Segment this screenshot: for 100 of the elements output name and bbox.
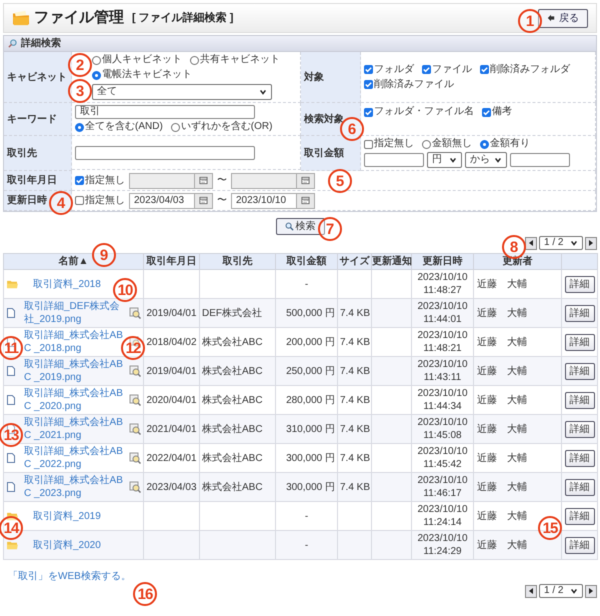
detail-button[interactable]: 詳細 [564, 478, 594, 496]
previous-page-button[interactable] [525, 236, 537, 250]
previous-page-button[interactable] [525, 584, 537, 598]
back-button[interactable]: 戻る [538, 8, 588, 28]
detail-button[interactable]: 詳細 [564, 536, 594, 554]
checkbox[interactable] [480, 65, 489, 74]
checkbox[interactable] [364, 108, 373, 116]
user-name: 近藤 大輔 [477, 482, 527, 492]
update-time: 11:46:17 [422, 487, 463, 500]
detail-button[interactable]: 詳細 [564, 334, 594, 350]
detail-button[interactable]: 詳細 [564, 304, 594, 322]
update-date: 2023/10/10 [416, 271, 469, 284]
right-triangle-icon[interactable] [588, 240, 594, 246]
amount-field[interactable] [510, 153, 570, 167]
keyword-field[interactable]: 取引 [75, 105, 255, 119]
radio-button[interactable] [170, 122, 180, 132]
preview-icon [129, 423, 141, 435]
radio-button[interactable] [92, 70, 101, 80]
checkbox[interactable] [364, 65, 373, 74]
preview-icon [129, 394, 141, 406]
search-button[interactable]: 検索 [276, 218, 324, 235]
left-triangle-icon[interactable] [528, 588, 534, 594]
dropdown[interactable]: から [465, 152, 507, 168]
checkbox[interactable] [75, 176, 84, 185]
callout-number: 5 [328, 169, 352, 193]
date-field[interactable]: 2023/10/10 [231, 192, 297, 208]
partner-cell: 株式会社ABC [202, 366, 263, 376]
callout-number: 1 [518, 9, 542, 33]
detail-button[interactable]: 詳細 [564, 508, 594, 524]
detail-button[interactable]: 詳細 [564, 276, 594, 292]
column-header: サイズ [340, 256, 370, 267]
field-label: 取引先 [7, 146, 37, 160]
column-header[interactable]: 名前▲ [58, 256, 88, 267]
checkbox-label: 指定無し [374, 138, 414, 150]
callout-number: 3 [68, 79, 92, 103]
next-page-button[interactable] [585, 236, 597, 250]
amount-cell: 250,000 円 [286, 366, 335, 376]
dropdown[interactable]: 全て [92, 84, 272, 100]
folder-icon [7, 280, 18, 288]
chevron-icon [259, 88, 267, 96]
calendar-icon[interactable] [199, 196, 208, 205]
user-name: 近藤 大輔 [477, 308, 527, 318]
partner-field[interactable] [75, 146, 255, 160]
checkbox[interactable] [75, 196, 84, 205]
radio-label: 個人キャビネット [102, 54, 182, 66]
range-separator: 〜 [217, 174, 227, 188]
radio-button[interactable] [422, 140, 431, 148]
update-time: 11:44:01 [422, 313, 463, 326]
checkbox-label: フォルダ・ファイル名 [374, 106, 474, 118]
size-cell: 7.4 KB [340, 452, 370, 464]
checkbox[interactable] [364, 80, 373, 89]
detail-button[interactable]: 詳細 [564, 362, 594, 380]
file-icon [7, 395, 15, 405]
date-field[interactable]: 2023/04/03 [129, 192, 195, 208]
partner-cell: 株式会社ABC [202, 452, 263, 464]
size-cell: 7.4 KB [340, 424, 370, 434]
date-cell: 2019/04/01 [146, 308, 197, 318]
dropdown[interactable]: 1 / 2 [539, 236, 583, 250]
calendar-icon[interactable] [301, 196, 310, 205]
amount-field[interactable] [364, 153, 424, 167]
dropdown[interactable]: 円 [427, 152, 462, 168]
left-triangle-icon[interactable] [528, 240, 534, 246]
preview-icon [129, 481, 141, 493]
date-field[interactable] [231, 172, 297, 188]
detail-button[interactable]: 詳細 [564, 450, 594, 466]
right-triangle-icon[interactable] [588, 588, 594, 594]
callout-number: 16 [133, 582, 157, 606]
user-name: 近藤 大輔 [477, 366, 527, 376]
detail-button[interactable]: 詳細 [564, 392, 594, 408]
column-header: 取引年月日 [146, 256, 196, 267]
user-name: 近藤 大輔 [477, 540, 527, 550]
partner-cell: 株式会社ABC [202, 394, 263, 406]
calendar-icon[interactable] [199, 176, 208, 185]
folder-link[interactable]: 取引資料_2018 [33, 278, 101, 290]
calendar-icon[interactable] [301, 176, 310, 185]
update-date: 2023/10/10 [416, 329, 469, 342]
file-link[interactable]: 取引詳細_株式会社ABC _2021.png [24, 416, 126, 442]
date-field[interactable] [129, 172, 195, 188]
next-page-button[interactable] [585, 584, 597, 598]
checkbox[interactable] [482, 108, 491, 116]
checkbox[interactable] [364, 140, 373, 148]
user-name: 近藤 大輔 [477, 424, 527, 434]
checkbox-label: 削除済みフォルダ [490, 64, 570, 76]
field-label: キーワード [7, 112, 57, 126]
radio-button[interactable] [190, 56, 199, 64]
update-time: 11:44:34 [422, 400, 463, 413]
radio-button[interactable] [75, 122, 84, 132]
checkbox[interactable] [422, 65, 431, 74]
update-date: 2023/10/10 [416, 358, 469, 371]
radio-button[interactable] [92, 56, 101, 64]
checkbox-label: フォルダ [374, 64, 414, 76]
radio-button[interactable] [480, 140, 489, 148]
detail-button[interactable]: 詳細 [564, 420, 594, 438]
date-cell: 2018/04/02 [146, 336, 197, 348]
web-search-link[interactable]: 「取引」をWEB検索する。 [8, 571, 131, 582]
field-label: 取引金額 [304, 146, 344, 160]
file-icon [7, 308, 15, 318]
dropdown[interactable]: 1 / 2 [539, 584, 583, 598]
field-label: 取引年月日 [7, 174, 57, 188]
chevron-icon [494, 156, 502, 164]
